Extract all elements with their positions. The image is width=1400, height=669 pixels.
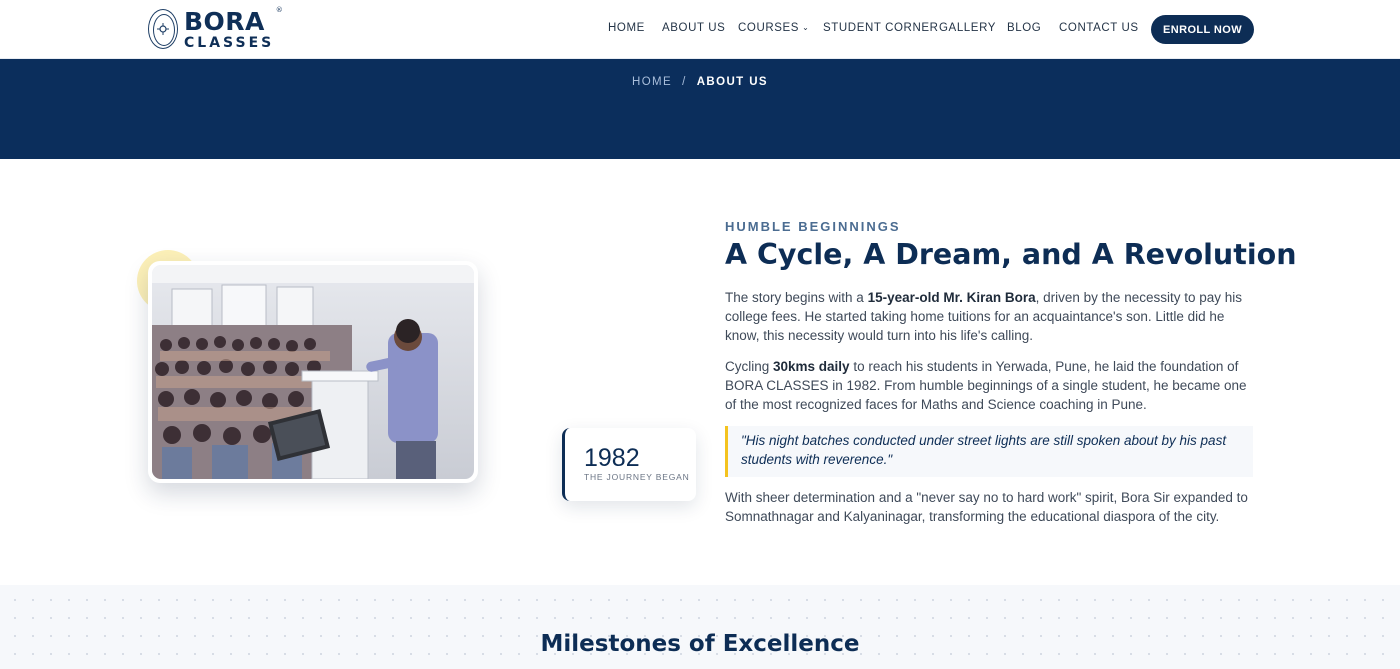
nav-home[interactable]: HOME <box>608 22 645 34</box>
nav-student-corner[interactable]: STUDENT CORNER <box>823 22 939 34</box>
nav-blog[interactable]: BLOG <box>1007 22 1041 34</box>
p1-highlight: 15-year-old Mr. Kiran Bora <box>867 290 1036 305</box>
bora-classes-logo[interactable]: BORA ® CLASSES <box>148 6 283 51</box>
breadcrumb-home-link[interactable]: HOME <box>632 76 672 88</box>
logo-subtitle: CLASSES <box>184 34 275 51</box>
classroom-photo <box>152 265 474 479</box>
breadcrumb-current: ABOUT US <box>696 76 768 88</box>
classroom-photo-frame <box>148 261 478 483</box>
registered-mark: ® <box>275 5 284 14</box>
milestones-title: Milestones of Excellence <box>540 631 860 657</box>
nav-courses[interactable]: COURSES ⌄ <box>738 22 809 34</box>
logo-brand: BORA <box>184 6 265 36</box>
seal-icon <box>148 9 178 49</box>
site-header: BORA ® CLASSES HOME ABOUT US COURSES ⌄ STU… <box>0 0 1400 59</box>
story-paragraph-1: The story begins with a 15-year-old Mr. … <box>725 288 1257 345</box>
chevron-down-icon: ⌄ <box>802 23 810 32</box>
journey-year-label: THE JOURNEY BEGAN <box>584 472 690 482</box>
section-eyebrow: HUMBLE BEGINNINGS <box>725 219 901 234</box>
nav-about-us[interactable]: ABOUT US <box>662 22 725 34</box>
p2-highlight: 30kms daily <box>773 359 850 374</box>
breadcrumb: HOME / ABOUT US <box>0 76 1400 88</box>
p1-text-start: The story begins with a <box>725 290 868 305</box>
p2-text-start: Cycling <box>725 359 774 374</box>
story-paragraph-3: With sheer determination and a "never sa… <box>725 490 1248 524</box>
page-banner <box>0 59 1400 159</box>
nav-gallery[interactable]: GALLERY <box>939 22 996 34</box>
nav-contact-us[interactable]: CONTACT US <box>1059 22 1139 34</box>
enroll-now-button[interactable]: ENROLL NOW <box>1151 15 1254 44</box>
story-paragraph-2: Cycling 30kms daily to reach his student… <box>725 357 1257 414</box>
journey-year-card: 1982 THE JOURNEY BEGAN <box>562 428 696 501</box>
nav-courses-label: COURSES <box>738 22 800 34</box>
section-title: A Cycle, A Dream, and A Revolution <box>725 238 1297 271</box>
breadcrumb-separator: / <box>682 76 687 88</box>
journey-year: 1982 <box>584 444 640 472</box>
story-quote: "His night batches conducted under stree… <box>725 426 1253 477</box>
